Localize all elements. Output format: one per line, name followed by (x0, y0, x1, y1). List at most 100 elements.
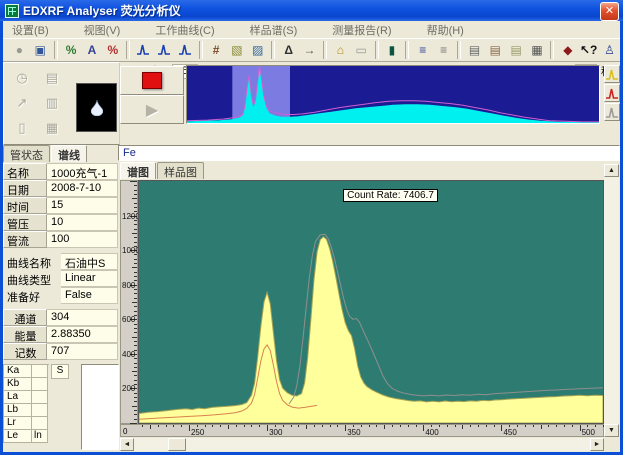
x-tick (556, 425, 557, 427)
horizontal-scrollbar[interactable]: ◄ ► (120, 438, 604, 451)
close-button[interactable]: ✕ (600, 2, 619, 21)
document-icon[interactable]: ▯ (10, 117, 34, 139)
sample-tool-icons: ◷ ↗ ▯ ▤ ▥ ▦ (10, 67, 70, 139)
x-tick (408, 425, 409, 427)
menu-item-3[interactable]: 样品谱(S) (250, 22, 298, 38)
line-extra-cell (32, 417, 48, 430)
y-tick (134, 263, 137, 264)
x-tick (220, 425, 221, 427)
x-tick (439, 425, 440, 427)
disabled-tool-icon-2[interactable]: ▥ (40, 92, 64, 114)
line-row[interactable]: La (4, 391, 49, 404)
x-tick (158, 425, 159, 427)
menu-item-1[interactable]: 视图(V) (84, 22, 121, 38)
save-spectrum-icon[interactable] (175, 40, 196, 60)
x-tick (361, 425, 362, 427)
scale-red-button[interactable] (604, 84, 620, 102)
vertical-scrollbar[interactable]: ▲ ▼ (604, 164, 619, 437)
spectrum-plot[interactable]: Count Rate: 7406.7 (138, 180, 604, 424)
menu-item-0[interactable]: 设置(B) (12, 22, 49, 38)
line-name-cell: Kb (4, 378, 32, 391)
list-detail-icon[interactable]: ≡ (433, 40, 454, 60)
new-spectrum-icon[interactable] (133, 40, 154, 60)
element-input[interactable]: Fe (118, 145, 620, 161)
scroll-thumb[interactable] (168, 438, 186, 451)
y-tick (130, 181, 137, 182)
spectrum-display-icon[interactable]: ▣ (30, 40, 51, 60)
scroll-right-button[interactable]: ► (590, 438, 604, 451)
sample-image-box (76, 83, 117, 132)
menu-item-4[interactable]: 测量报告(R) (332, 22, 391, 38)
start-button[interactable]: ▶ (120, 95, 184, 124)
property-value: Linear (61, 270, 118, 287)
connect-icon[interactable]: ● (9, 40, 30, 60)
x-tick (587, 425, 588, 427)
count-rate-tooltip: Count Rate: 7406.7 (343, 189, 438, 202)
x-tick (533, 425, 534, 427)
calculator-icon[interactable]: ▦ (527, 40, 548, 60)
tab-管状态[interactable]: 管状态 (3, 145, 50, 162)
line-row[interactable]: Kb (4, 378, 49, 391)
scroll-down-button[interactable]: ▼ (604, 424, 619, 437)
delta-icon[interactable]: Δ (278, 40, 299, 60)
monitor-icon[interactable]: ▮ (382, 40, 403, 60)
export-icon[interactable]: ↗ (10, 92, 34, 114)
menu-item-5[interactable]: 帮助(H) (427, 22, 464, 38)
y-tick (134, 298, 137, 299)
print-preview-icon[interactable]: ▤ (485, 40, 506, 60)
x-tick (283, 425, 284, 427)
x-tick (197, 425, 198, 427)
tab-谱线[interactable]: 谱线 (51, 145, 87, 162)
x-tick (572, 425, 573, 427)
property-row: 曲线类型Linear (3, 270, 118, 287)
percent-measure-icon[interactable]: % (102, 40, 123, 60)
x-tick (416, 425, 417, 427)
menu-item-2[interactable]: 工作曲线(C) (155, 22, 214, 38)
line-row[interactable]: Lb (4, 404, 49, 417)
scale-gray-button[interactable] (604, 103, 620, 121)
context-help-icon[interactable]: ↖? (578, 40, 599, 60)
print-setup-icon[interactable]: ▤ (506, 40, 527, 60)
line-row[interactable]: Lr (4, 417, 49, 430)
tab-样品图[interactable]: 样品图 (157, 162, 204, 179)
y-tick (134, 414, 137, 415)
tab-谱图[interactable]: 谱图 (120, 162, 156, 179)
x-tick (345, 425, 346, 431)
y-tick (134, 237, 137, 238)
stop-button[interactable] (120, 66, 184, 95)
side-panel: ◷↗▯▤▥▦ 管状态谱线 名称1000充气-1日期2008-7-10时间15管压… (3, 62, 118, 452)
shift-right-icon[interactable]: → (299, 40, 320, 60)
x-tick (447, 425, 448, 427)
property-row: 日期2008-7-10 (3, 180, 118, 197)
scroll-up-button[interactable]: ▲ (604, 164, 619, 177)
toolbar-separator (199, 41, 203, 59)
line-row[interactable]: Leln (4, 430, 49, 443)
line-row[interactable]: Ka (4, 365, 49, 378)
about-person-icon[interactable]: ♙ (599, 40, 620, 60)
disabled-tool-icon-3[interactable]: ▦ (40, 117, 64, 139)
x-tick (564, 425, 565, 427)
y-tick (132, 406, 137, 407)
zoom-chart-icon[interactable]: ▨ (247, 40, 268, 60)
region-select-icon[interactable]: ▧ (227, 40, 248, 60)
lines-value-panel[interactable] (81, 364, 119, 450)
clock-icon[interactable]: ◷ (10, 67, 34, 89)
copy-pages-icon[interactable]: ▭ (351, 40, 372, 60)
help-book-icon[interactable]: ◆ (557, 40, 578, 60)
print-icon[interactable]: ▤ (464, 40, 485, 60)
slope-icon[interactable]: A (82, 40, 103, 60)
x-tick (400, 425, 401, 427)
y-tick-label: 400 (122, 350, 135, 359)
scroll-left-button[interactable]: ◄ (120, 438, 134, 451)
x-tick (501, 425, 502, 431)
home-icon[interactable]: ⌂ (330, 40, 351, 60)
delete-spectrum-icon[interactable] (154, 40, 175, 60)
spectrum-preview[interactable] (186, 65, 600, 124)
grid-icon[interactable]: # (206, 40, 227, 60)
percent-calibration-icon[interactable]: % (61, 40, 82, 60)
toolbar-separator (405, 41, 409, 59)
scale-yellow-button[interactable] (604, 65, 620, 83)
list-icon[interactable]: ≡ (412, 40, 433, 60)
disabled-tool-icon-1[interactable]: ▤ (40, 67, 64, 89)
x-tick (470, 425, 471, 427)
